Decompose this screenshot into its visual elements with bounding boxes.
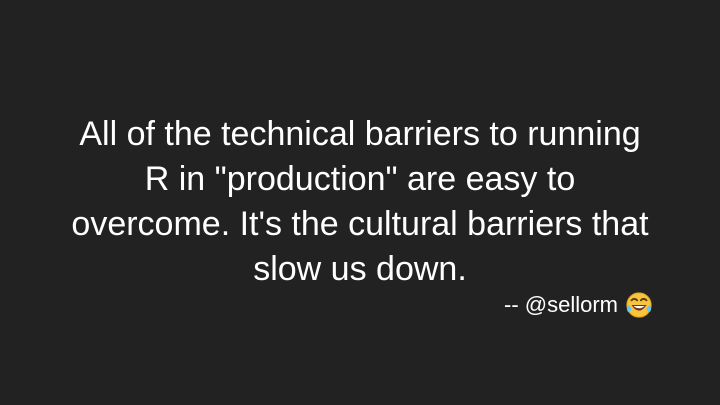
attribution-text: -- @sellorm bbox=[504, 292, 618, 317]
quote-line-4: slow us down. bbox=[253, 250, 467, 288]
quote-line-1: All of the technical barriers to running bbox=[79, 115, 641, 153]
slide: All of the technical barriers to running… bbox=[0, 0, 720, 405]
quote-text: All of the technical barriers to running… bbox=[20, 112, 700, 292]
attribution: -- @sellorm bbox=[504, 290, 654, 320]
tears-of-joy-emoji-icon bbox=[626, 292, 652, 318]
quote-line-2: R in "production" are easy to bbox=[144, 160, 576, 198]
quote-line-3: overcome. It's the cultural barriers tha… bbox=[71, 205, 649, 243]
